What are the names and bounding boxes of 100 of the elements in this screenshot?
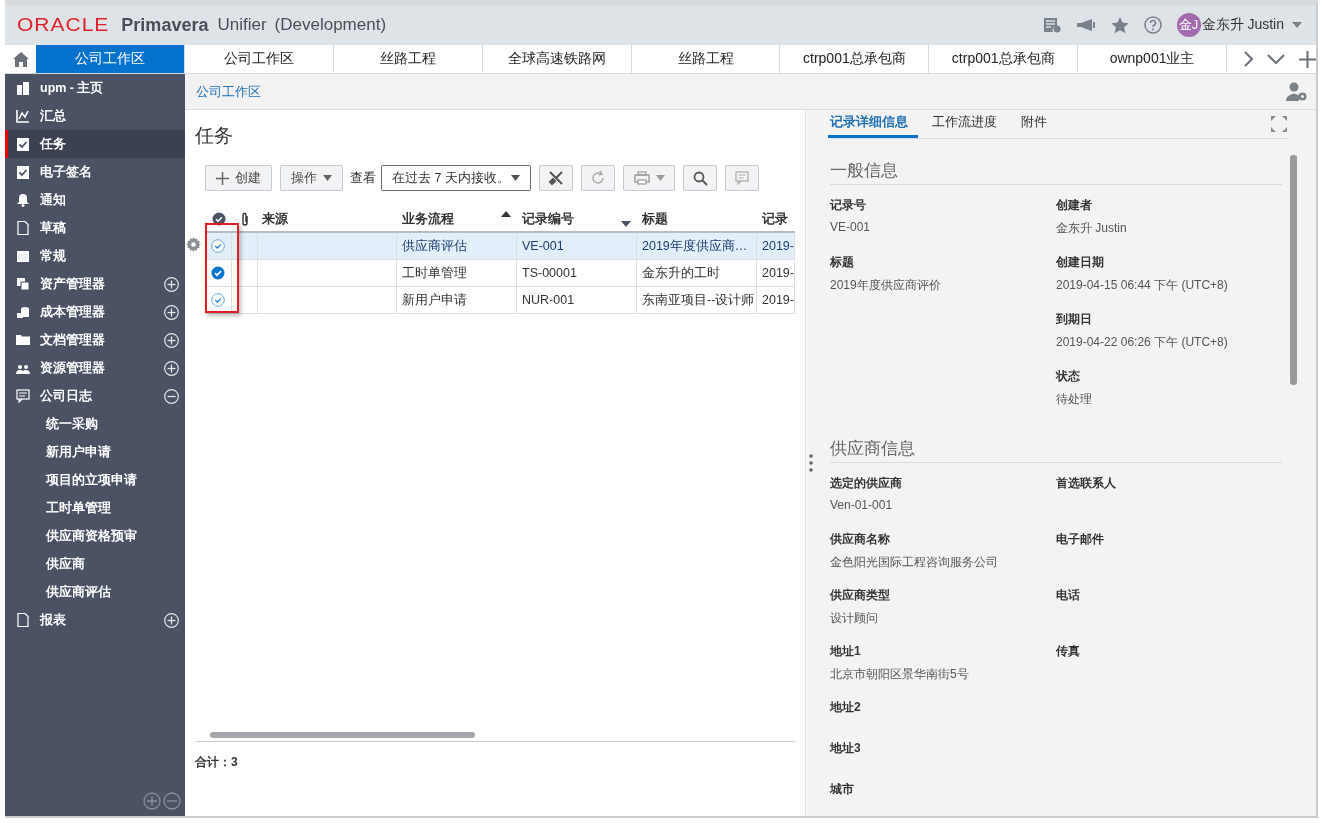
home-icon bbox=[12, 51, 29, 67]
chevron-down-icon[interactable] bbox=[1266, 54, 1285, 64]
checked-icon[interactable] bbox=[211, 266, 225, 280]
sidebar-item[interactable]: 成本管理器 bbox=[5, 298, 185, 326]
sidebar-subitem[interactable]: 工时单管理 bbox=[5, 494, 185, 522]
table-cell: 新用户申请 bbox=[402, 291, 467, 309]
chart-icon bbox=[16, 109, 30, 123]
table-cell: 工时单管理 bbox=[402, 264, 467, 282]
detail-tab[interactable]: 附件 bbox=[1011, 110, 1057, 138]
field-value: VE-001 bbox=[830, 220, 872, 234]
window-icon bbox=[16, 249, 30, 263]
field-value: 2019年度供应商评价 bbox=[830, 277, 942, 294]
folder-icon bbox=[16, 333, 30, 347]
column-header[interactable]: 来源 bbox=[262, 210, 288, 228]
splitter-handle-icon[interactable] bbox=[809, 454, 813, 472]
chevron-right-icon[interactable] bbox=[1242, 51, 1253, 67]
actions-button[interactable]: 操作 bbox=[280, 165, 343, 191]
sidebar-item[interactable]: 电子签名 bbox=[5, 158, 185, 186]
sidebar-item[interactable]: 通知 bbox=[5, 186, 185, 214]
search-button[interactable] bbox=[683, 165, 717, 191]
table-cell: 2019- bbox=[762, 293, 794, 307]
expand-icon[interactable] bbox=[164, 276, 179, 292]
table-row[interactable]: 供应商评估 VE-001 2019年度供应商… 2019- bbox=[205, 233, 795, 260]
doc-icon bbox=[16, 613, 30, 627]
sidebar-item[interactable]: 任务 bbox=[5, 130, 185, 158]
user-avatar[interactable]: 金J bbox=[1176, 13, 1201, 37]
field-label: 传真 bbox=[1056, 643, 1081, 660]
field-label: 首选联系人 bbox=[1056, 475, 1117, 492]
app-name: Unifier bbox=[217, 15, 267, 35]
note-icon bbox=[16, 389, 30, 403]
breadcrumb-link[interactable]: 公司工作区 bbox=[196, 82, 261, 101]
refresh-icon bbox=[590, 170, 606, 186]
create-button[interactable]: 创建 bbox=[205, 165, 272, 191]
table-row[interactable]: 新用户申请 NUR-001 东南亚项目--设计师 2019- bbox=[205, 287, 795, 314]
oracle-logo: ORACLE bbox=[17, 14, 110, 36]
maximize-icon[interactable] bbox=[1270, 115, 1288, 133]
bell-icon bbox=[16, 193, 30, 207]
field-value: 北京市朝阳区景华南街5号 bbox=[830, 666, 970, 683]
check-all-icon[interactable] bbox=[211, 212, 226, 226]
gear-icon[interactable] bbox=[186, 237, 201, 252]
expand-icon[interactable] bbox=[164, 612, 179, 628]
sidebar-subitem[interactable]: 新用户申请 bbox=[5, 438, 185, 466]
column-header[interactable]: 业务流程 bbox=[402, 210, 454, 228]
star-icon[interactable] bbox=[1110, 16, 1129, 34]
detail-tab[interactable]: 工作流进度 bbox=[922, 110, 1007, 138]
sidebar-subitem[interactable]: 项目的立项申请 bbox=[5, 466, 185, 494]
detail-tab[interactable]: 记录详细信息 bbox=[828, 110, 918, 138]
caret-icon bbox=[655, 175, 665, 181]
user-settings-icon[interactable] bbox=[1286, 81, 1308, 102]
add-icon[interactable] bbox=[1298, 50, 1316, 68]
sort-descending-icon[interactable] bbox=[621, 221, 631, 227]
field-label: 到期日 bbox=[1056, 311, 1093, 328]
sidebar-subitem[interactable]: 供应商 bbox=[5, 550, 185, 578]
expand-icon[interactable] bbox=[164, 360, 179, 376]
field-value: 待处理 bbox=[1056, 391, 1093, 408]
view-dropdown[interactable]: 在过去 7 天内接收。 bbox=[381, 165, 531, 191]
field-label: 电话 bbox=[1056, 587, 1081, 604]
sidebar-subitem[interactable]: 供应商资格预审 bbox=[5, 522, 185, 550]
field-label: 创建者 bbox=[1056, 197, 1093, 214]
search-icon bbox=[692, 170, 708, 186]
help-icon[interactable] bbox=[1143, 16, 1162, 34]
horizontal-scrollbar[interactable] bbox=[210, 732, 475, 738]
sidebar-item[interactable]: 汇总 bbox=[5, 102, 185, 130]
field-value: 金色阳光国际工程咨询服务公司 bbox=[830, 554, 999, 571]
expand-icon[interactable] bbox=[164, 304, 179, 320]
megaphone-icon[interactable] bbox=[1075, 18, 1096, 32]
unchecked-icon[interactable] bbox=[211, 239, 225, 253]
sidebar-item[interactable]: 公司日志 bbox=[5, 382, 185, 410]
sidebar-item[interactable]: 草稿 bbox=[5, 214, 185, 242]
doc-icon bbox=[16, 221, 30, 235]
sidebar-item[interactable]: 资产管理器 bbox=[5, 270, 185, 298]
building-icon bbox=[16, 81, 30, 95]
table-row[interactable]: 工时单管理 TS-00001 金东升的工时 2019- bbox=[205, 260, 795, 287]
unchecked-icon[interactable] bbox=[211, 293, 225, 307]
vertical-scrollbar[interactable] bbox=[1290, 155, 1297, 385]
report-icon[interactable] bbox=[1042, 17, 1061, 33]
sidebar-item[interactable]: 资源管理器 bbox=[5, 354, 185, 382]
section-title: 供应商信息 bbox=[830, 437, 1282, 463]
collapse-icon[interactable] bbox=[164, 388, 179, 404]
stack-icon bbox=[16, 277, 30, 291]
expand-all-icon[interactable] bbox=[143, 792, 161, 810]
sort-ascending-icon[interactable] bbox=[501, 211, 511, 217]
sidebar-item[interactable]: 常规 bbox=[5, 242, 185, 270]
sidebar-subitem[interactable]: 供应商评估 bbox=[5, 578, 185, 606]
column-header[interactable]: 记录编号 bbox=[522, 210, 574, 228]
expand-icon[interactable] bbox=[164, 332, 179, 348]
field-label: 状态 bbox=[1056, 368, 1081, 385]
sidebar-subitem[interactable]: 统一采购 bbox=[5, 410, 185, 438]
workspace-tab[interactable]: 公司工作区 bbox=[36, 45, 186, 73]
user-menu[interactable]: 金东升 Justin bbox=[1201, 16, 1302, 34]
table-cell: VE-001 bbox=[522, 239, 564, 253]
sidebar-item[interactable]: 报表 bbox=[5, 606, 185, 634]
tools-button[interactable] bbox=[539, 165, 573, 191]
column-header[interactable]: 标题 bbox=[642, 210, 668, 228]
column-header[interactable]: 记录 bbox=[762, 210, 788, 228]
sidebar-item[interactable]: 文档管理器 bbox=[5, 326, 185, 354]
field-label: 创建日期 bbox=[1056, 254, 1105, 271]
collapse-all-icon[interactable] bbox=[163, 792, 181, 810]
field-value: Ven-01-001 bbox=[830, 498, 894, 512]
sidebar-item[interactable]: upm - 主页 bbox=[5, 74, 185, 102]
